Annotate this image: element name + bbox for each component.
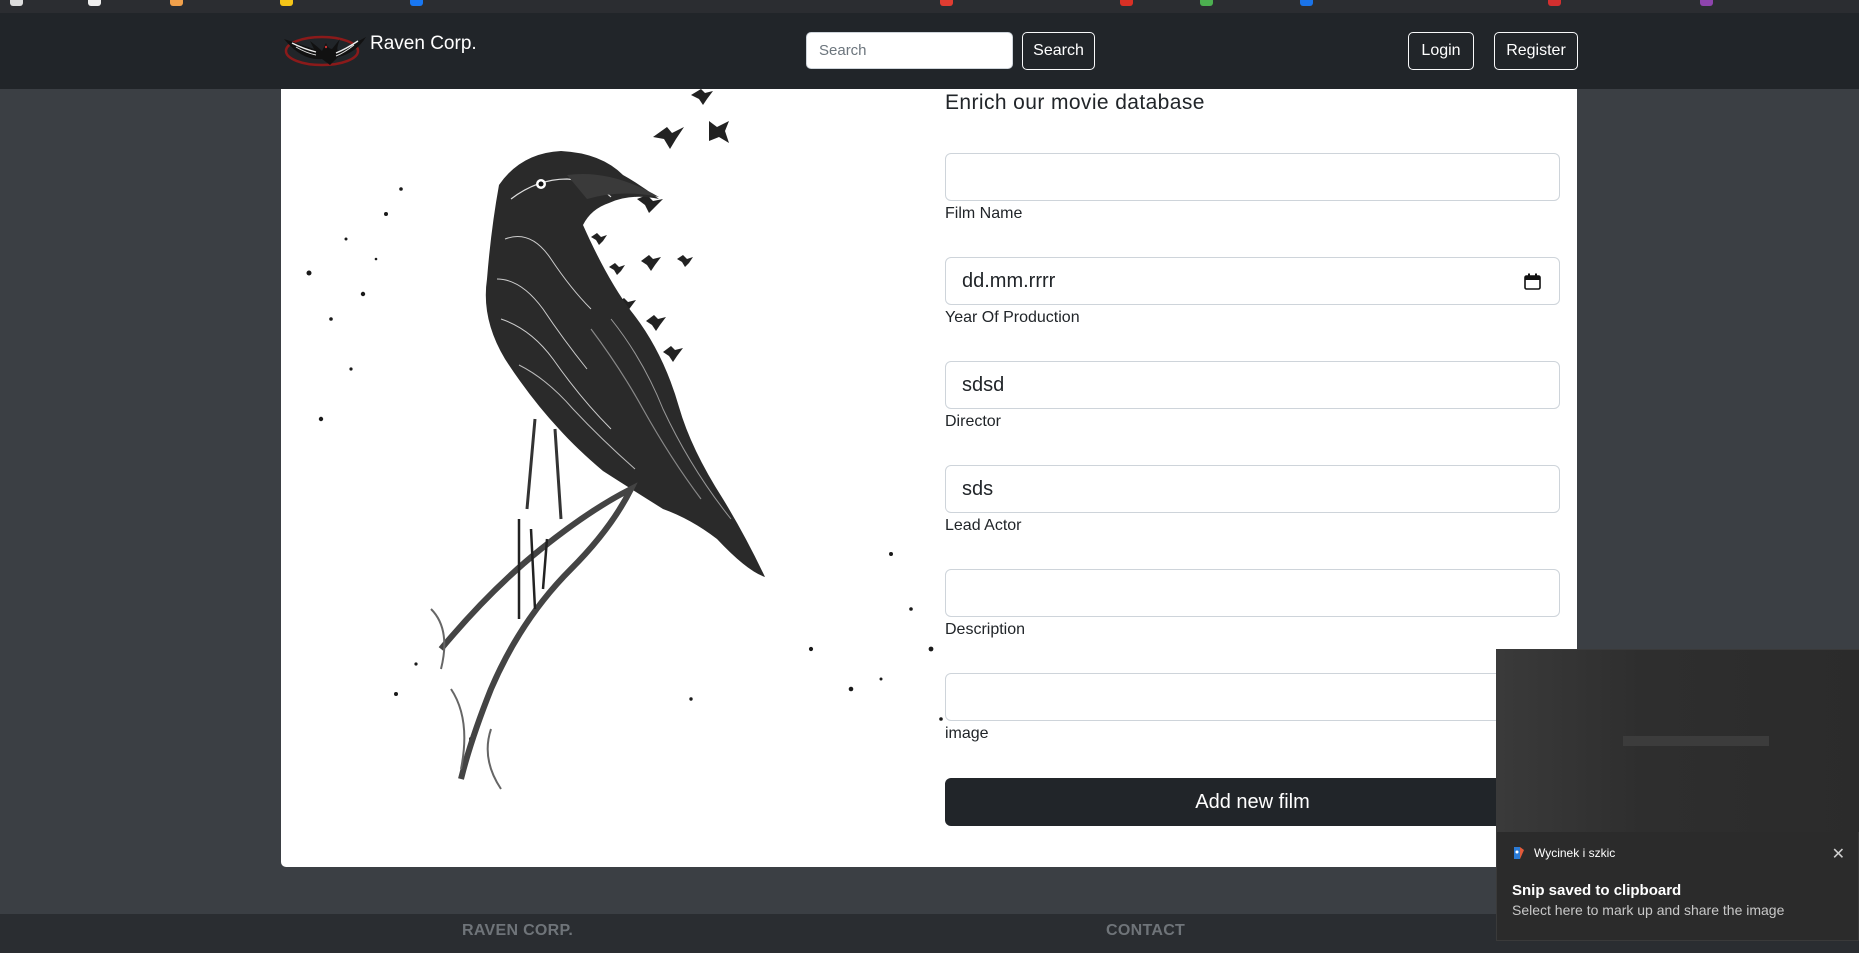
brand-link[interactable]: Raven Corp. [282,27,477,71]
calendar-icon[interactable] [1524,273,1541,290]
footer-contact-heading: CONTACT [1106,922,1186,939]
search-input[interactable] [806,32,1013,69]
film-name-input[interactable] [945,153,1560,201]
year-of-production-input[interactable]: dd.mm.rrrr [945,257,1560,305]
search-button[interactable]: Search [1022,32,1095,70]
director-input[interactable]: sdsd [945,361,1560,409]
toast-body: Select here to mark up and share the ima… [1512,902,1785,918]
year-of-production-value: dd.mm.rrrr [962,269,1056,292]
login-button[interactable]: Login [1408,32,1474,70]
description-label: Description [945,621,1026,638]
bookmark-icon[interactable] [410,0,423,6]
bookmark-icon[interactable] [10,0,23,6]
lead-actor-label: Lead Actor [945,517,1022,534]
footer-raven-corp-heading: RAVEN CORP. [462,922,574,939]
snip-notification[interactable]: Wycinek i szkic ✕ Snip saved to clipboar… [1496,649,1859,941]
raven-logo-icon [284,35,366,67]
snip-preview-thumbnail[interactable] [1497,650,1859,832]
brand-name: Raven Corp. [370,33,477,54]
bookmark-icon[interactable] [1548,0,1561,6]
toast-app-name: Wycinek i szkic [1534,846,1616,860]
bookmark-icon[interactable] [940,0,953,6]
close-icon[interactable]: ✕ [1832,844,1845,864]
lead-actor-input[interactable]: sds [945,465,1560,513]
add-new-film-button[interactable]: Add new film [945,778,1560,826]
bookmark-icon[interactable] [1700,0,1713,6]
bookmark-icon[interactable] [1200,0,1213,6]
film-name-label: Film Name [945,205,1023,222]
bookmark-icon[interactable] [88,0,101,6]
toast-app-header: Wycinek i szkic [1512,846,1615,860]
year-of-production-label: Year Of Production [945,309,1080,326]
bookmark-icon[interactable] [280,0,293,6]
description-input[interactable] [945,569,1560,617]
image-input[interactable] [945,673,1560,721]
form-heading: Enrich our movie database [945,91,1205,114]
navbar: Raven Corp. Search Login Register [0,13,1859,89]
image-label: image [945,725,989,742]
bookmark-icon[interactable] [1300,0,1313,6]
bookmarks-bar [0,0,1859,13]
bookmark-icon[interactable] [1120,0,1133,6]
toast-title: Snip saved to clipboard [1512,882,1682,899]
bookmark-icon[interactable] [170,0,183,6]
preview-bar [1623,736,1769,746]
register-button[interactable]: Register [1494,32,1578,70]
director-label: Director [945,413,1002,430]
snip-sketch-icon [1514,847,1524,859]
